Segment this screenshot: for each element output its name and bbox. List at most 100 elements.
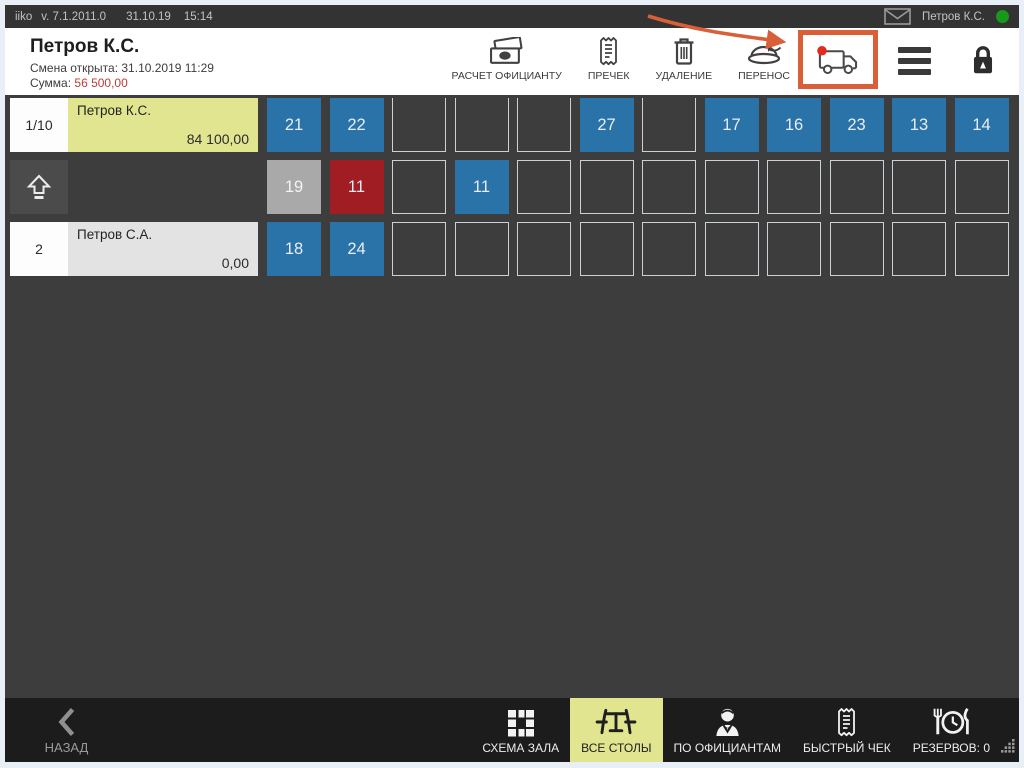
transfer-dish-icon [746,34,783,66]
waiter-card: Петров С.А. 0,00 [68,222,258,276]
receipt-icon [597,34,620,66]
waiter-amount: 84 100,00 [187,131,249,147]
table-tile-empty[interactable] [455,98,509,152]
table-tile[interactable]: 24 [330,222,384,276]
waiter-row-petrov-ks[interactable]: 1/10 Петров К.С. 84 100,00 [10,98,258,152]
all-tables-label: ВСЕ СТОЛЫ [581,741,651,755]
main-menu-button[interactable] [898,47,931,75]
table-tile-empty[interactable] [455,222,509,276]
transfer-label: ПЕРЕНОС [738,70,790,82]
table-tile-empty[interactable] [392,98,446,152]
tab-quick-check[interactable]: БЫСТРЫЙ ЧЕК [792,698,902,762]
app-name: iiko [15,11,32,23]
table-tile[interactable]: 11 [330,160,384,214]
tables-chairs-icon [594,706,638,737]
waiter-card: Петров К.С. 84 100,00 [68,98,258,152]
bottom-bar: НАЗАД СХЕМА ЗАЛА [5,698,1019,762]
lock-icon [969,43,997,77]
tab-reserves[interactable]: РЕЗЕРВОВ: 0 [902,698,1001,762]
sum-value: 56 500,00 [74,76,127,90]
quick-check-receipt-icon [835,707,858,737]
lock-button[interactable] [969,43,997,82]
status-time: 15:14 [184,11,213,23]
iiko-pos-app: iiko v. 7.1.2011.0 31.10.19 15:14 Петров… [5,5,1019,762]
table-tile[interactable]: 11 [455,160,509,214]
delete-label: УДАЛЕНИЕ [656,70,713,82]
table-tile-empty[interactable] [580,222,634,276]
by-waiters-label: ПО ОФИЦИАНТАМ [674,741,781,755]
sum-label: Сумма: [30,76,71,90]
shift-info: Смена открыта: 31.10.2019 11:29 [30,61,214,77]
table-tile-empty[interactable] [580,160,634,214]
header-toolbar: РАСЧЕТ ОФИЦИАНТУ ПРЕЧЕК [426,28,997,95]
header: Петров К.С. Смена открыта: 31.10.2019 11… [5,28,1019,95]
trash-icon [671,34,697,66]
menu-icon [898,47,931,53]
online-status-dot [996,10,1009,23]
money-icon [489,34,524,66]
status-bar: iiko v. 7.1.2011.0 31.10.19 15:14 Петров… [5,5,1019,28]
delivery-truck-icon [815,44,862,75]
table-tile[interactable]: 16 [767,98,821,152]
status-date: 31.10.19 [126,11,171,23]
table-tile[interactable]: 18 [267,222,321,276]
tab-floor-plan[interactable]: СХЕМА ЗАЛА [471,698,570,762]
waiter-row-petrov-sa[interactable]: 2 Петров С.А. 0,00 [10,222,258,276]
delivery-button-highlighted[interactable] [798,30,878,89]
table-tile-empty[interactable] [892,160,946,214]
waiter-name: Петров К.С. [77,103,151,118]
table-tile[interactable]: 21 [267,98,321,152]
tab-by-waiters[interactable]: ПО ОФИЦИАНТАМ [663,698,792,762]
transfer-button[interactable]: ПЕРЕНОС [738,34,790,82]
messages-envelope-icon[interactable] [884,8,911,25]
table-tile[interactable]: 22 [330,98,384,152]
delete-button[interactable]: УДАЛЕНИЕ [656,34,713,82]
table-tile-empty[interactable] [955,160,1009,214]
table-tile[interactable]: 14 [955,98,1009,152]
waiter-name: Петров С.А. [77,227,152,242]
table-tile-empty[interactable] [705,222,759,276]
tab-all-tables[interactable]: ВСЕ СТОЛЫ [570,698,662,762]
back-label: НАЗАД [45,740,89,755]
table-tile-empty[interactable] [642,98,696,152]
back-button[interactable]: НАЗАД [19,698,114,762]
table-tile-empty[interactable] [642,222,696,276]
waiter-amount: 0,00 [222,255,249,271]
floor-plan-label: СХЕМА ЗАЛА [482,741,559,755]
waiter-payment-label: РАСЧЕТ ОФИЦИАНТУ [452,70,562,82]
table-tile-empty[interactable] [517,222,571,276]
waiter-payment-button[interactable]: РАСЧЕТ ОФИЦИАНТУ [452,34,562,82]
resize-grip[interactable] [1001,739,1016,759]
table-tile-empty[interactable] [892,222,946,276]
table-tile-empty[interactable] [767,160,821,214]
table-tile-empty[interactable] [517,98,571,152]
precheck-button[interactable]: ПРЕЧЕК [588,34,630,82]
current-user-label: Петров К.С. [922,11,985,23]
waiter-index: 1/10 [10,98,68,152]
table-tile-empty[interactable] [705,160,759,214]
table-tile[interactable]: 23 [830,98,884,152]
waiters-sidebar: 1/10 Петров К.С. 84 100,00 2 Петров С [10,98,258,698]
table-tile-empty[interactable] [955,222,1009,276]
waiter-info: Петров К.С. Смена открыта: 31.10.2019 11… [30,28,214,95]
table-tile-empty[interactable] [830,222,884,276]
table-tile-empty[interactable] [642,160,696,214]
table-tile-empty[interactable] [517,160,571,214]
waiter-index: 2 [10,222,68,276]
bottom-nav: СХЕМА ЗАЛА ВСЕ СТОЛЫ [471,698,1001,762]
table-tile-empty[interactable] [392,222,446,276]
arrow-up-icon [24,173,54,201]
table-tile[interactable]: 19 [267,160,321,214]
table-tile-empty[interactable] [392,160,446,214]
scroll-up-button[interactable] [10,160,68,214]
table-tile-empty[interactable] [767,222,821,276]
reserves-label: РЕЗЕРВОВ: 0 [913,741,990,755]
waiter-person-icon [712,706,743,737]
precheck-label: ПРЕЧЕК [588,70,630,82]
table-tile-empty[interactable] [830,160,884,214]
main-area: 1/10 Петров К.С. 84 100,00 2 Петров С [5,95,1019,698]
floor-plan-icon [507,709,535,737]
table-tile[interactable]: 27 [580,98,634,152]
table-tile[interactable]: 17 [705,98,759,152]
table-tile[interactable]: 13 [892,98,946,152]
